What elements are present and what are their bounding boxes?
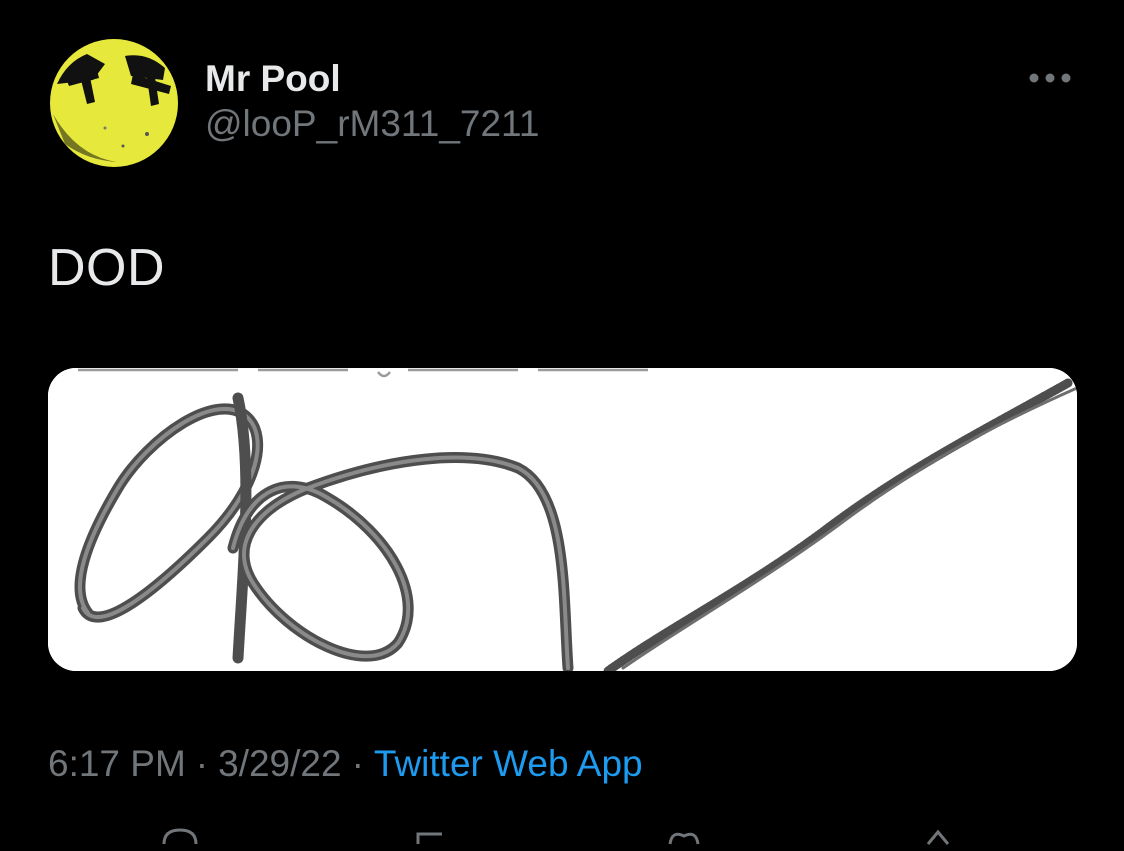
reply-icon[interactable] — [160, 826, 200, 846]
tweet-metadata: 6:17 PM · 3/29/22 · Twitter Web App — [48, 741, 643, 787]
tweet-time: 6:17 PM — [48, 743, 186, 784]
more-options-button[interactable] — [1022, 62, 1078, 94]
like-icon[interactable] — [664, 826, 704, 846]
tweet-text: DOD — [48, 239, 166, 297]
tweet-media-image[interactable] — [48, 368, 1077, 671]
tweet: Mr Pool @looP_rM311_7211 DOD 6:17 PM · 3… — [0, 0, 1124, 845]
tweet-source-link[interactable]: Twitter Web App — [374, 743, 643, 784]
tweet-date: 3/29/22 — [218, 743, 342, 784]
signature-image — [48, 368, 1077, 671]
share-icon[interactable] — [918, 826, 958, 846]
tweet-action-bar — [0, 826, 1124, 846]
meta-separator: · — [195, 743, 209, 784]
author-avatar[interactable] — [47, 34, 181, 168]
author-info: Mr Pool @looP_rM311_7211 — [205, 56, 539, 147]
author-display-name[interactable]: Mr Pool — [205, 56, 539, 102]
author-handle[interactable]: @looP_rM311_7211 — [205, 101, 539, 147]
meta-separator: · — [351, 743, 364, 784]
yellow-face-avatar-icon — [47, 34, 181, 168]
retweet-icon[interactable] — [412, 826, 452, 846]
more-horizontal-icon — [1029, 73, 1071, 83]
